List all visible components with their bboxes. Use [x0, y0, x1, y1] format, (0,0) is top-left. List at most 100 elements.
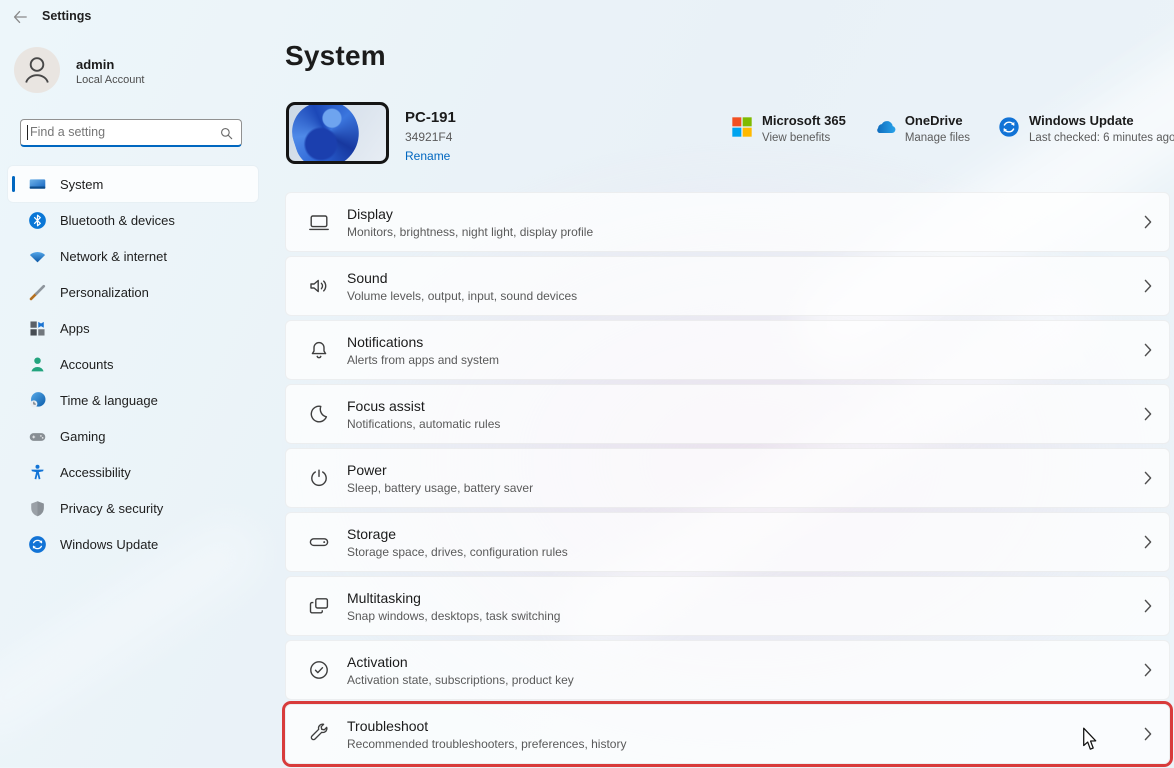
- network-icon: [28, 247, 47, 266]
- microsoft-365-icon: [731, 116, 753, 138]
- settings-row-subtitle: Monitors, brightness, night light, displ…: [347, 225, 593, 239]
- troubleshoot-icon: [307, 722, 331, 746]
- settings-row-subtitle: Recommended troubleshooters, preferences…: [347, 737, 626, 751]
- sidebar-item-windows-update[interactable]: Windows Update: [8, 526, 258, 562]
- activation-icon: [307, 658, 331, 682]
- settings-row-power[interactable]: Power Sleep, battery usage, battery save…: [285, 448, 1170, 508]
- chevron-right-icon: [1144, 727, 1152, 741]
- bloom-wallpaper: [286, 102, 368, 164]
- sidebar-item-time-language[interactable]: Time & language: [8, 382, 258, 418]
- settings-row-subtitle: Notifications, automatic rules: [347, 417, 500, 431]
- sidebar-item-label: Privacy & security: [60, 501, 163, 516]
- settings-row-storage[interactable]: Storage Storage space, drives, configura…: [285, 512, 1170, 572]
- gaming-icon: [28, 427, 47, 446]
- settings-row-sound[interactable]: Sound Volume levels, output, input, soun…: [285, 256, 1170, 316]
- settings-row-title: Multitasking: [347, 590, 560, 606]
- sidebar-item-system[interactable]: System: [8, 166, 258, 202]
- settings-row-subtitle: Storage space, drives, configuration rul…: [347, 545, 568, 559]
- quick-link-subtitle: Manage files: [905, 132, 970, 144]
- display-icon: [307, 210, 331, 234]
- sidebar-item-accessibility[interactable]: Accessibility: [8, 454, 258, 490]
- settings-row-subtitle: Activation state, subscriptions, product…: [347, 673, 574, 687]
- bluetooth-icon: [28, 211, 47, 230]
- user-account-type: Local Account: [76, 74, 145, 86]
- settings-row-notifications[interactable]: Notifications Alerts from apps and syste…: [285, 320, 1170, 380]
- quick-link-subtitle: View benefits: [762, 132, 846, 144]
- sidebar-item-label: Bluetooth & devices: [60, 213, 175, 228]
- device-id: 34921F4: [405, 130, 452, 144]
- app-title: Settings: [42, 9, 91, 23]
- search-input[interactable]: [28, 121, 213, 143]
- settings-list: Display Monitors, brightness, night ligh…: [285, 192, 1170, 768]
- page-title: System: [285, 40, 386, 72]
- settings-row-title: Sound: [347, 270, 577, 286]
- focus-assist-icon: [307, 402, 331, 426]
- chevron-right-icon: [1144, 407, 1152, 421]
- settings-row-multitasking[interactable]: Multitasking Snap windows, desktops, tas…: [285, 576, 1170, 636]
- settings-row-subtitle: Alerts from apps and system: [347, 353, 499, 367]
- chevron-right-icon: [1144, 343, 1152, 357]
- onedrive-icon: [874, 116, 896, 138]
- avatar[interactable]: [14, 47, 60, 93]
- quick-link-windows-update[interactable]: Windows Update Last checked: 6 minutes a…: [998, 113, 1174, 144]
- sidebar-item-privacy-security[interactable]: Privacy & security: [8, 490, 258, 526]
- settings-row-display[interactable]: Display Monitors, brightness, night ligh…: [285, 192, 1170, 252]
- quick-link-microsoft-365[interactable]: Microsoft 365 View benefits: [731, 113, 846, 144]
- sidebar-item-bluetooth-devices[interactable]: Bluetooth & devices: [8, 202, 258, 238]
- back-button[interactable]: [11, 8, 29, 26]
- quick-link-subtitle: Last checked: 6 minutes ago: [1029, 132, 1174, 144]
- windows-update-icon: [998, 116, 1020, 138]
- settings-row-activation[interactable]: Activation Activation state, subscriptio…: [285, 640, 1170, 700]
- device-name: PC-191: [405, 109, 456, 126]
- rename-link[interactable]: Rename: [405, 149, 450, 163]
- chevron-right-icon: [1144, 215, 1152, 229]
- settings-row-subtitle: Volume levels, output, input, sound devi…: [347, 289, 577, 303]
- chevron-right-icon: [1144, 279, 1152, 293]
- sidebar-item-personalization[interactable]: Personalization: [8, 274, 258, 310]
- sidebar-item-accounts[interactable]: Accounts: [8, 346, 258, 382]
- search-icon: [220, 127, 233, 140]
- chevron-right-icon: [1144, 471, 1152, 485]
- sidebar-item-label: Network & internet: [60, 249, 167, 264]
- sidebar-item-gaming[interactable]: Gaming: [8, 418, 258, 454]
- back-arrow-icon: [11, 13, 29, 30]
- storage-icon: [307, 530, 331, 554]
- sidebar-item-network-internet[interactable]: Network & internet: [8, 238, 258, 274]
- sidebar-item-label: Personalization: [60, 285, 149, 300]
- quick-link-title: OneDrive: [905, 113, 970, 128]
- settings-row-subtitle: Snap windows, desktops, task switching: [347, 609, 560, 623]
- settings-row-focus-assist[interactable]: Focus assist Notifications, automatic ru…: [285, 384, 1170, 444]
- settings-row-troubleshoot[interactable]: Troubleshoot Recommended troubleshooters…: [285, 704, 1170, 764]
- quick-link-onedrive[interactable]: OneDrive Manage files: [874, 113, 970, 144]
- privacy-security-icon: [28, 499, 47, 518]
- time-language-icon: [28, 391, 47, 410]
- settings-row-title: Troubleshoot: [347, 718, 626, 734]
- personalization-icon: [28, 283, 47, 302]
- settings-row-title: Activation: [347, 654, 574, 670]
- quick-link-title: Microsoft 365: [762, 113, 846, 128]
- settings-row-title: Display: [347, 206, 593, 222]
- sidebar-item-label: System: [60, 177, 103, 192]
- system-icon: [28, 175, 47, 194]
- quick-link-title: Windows Update: [1029, 113, 1174, 128]
- multitasking-icon: [307, 594, 331, 618]
- sidebar-item-label: Accessibility: [60, 465, 131, 480]
- sidebar-item-label: Accounts: [60, 357, 113, 372]
- settings-row-subtitle: Sleep, battery usage, battery saver: [347, 481, 533, 495]
- settings-row-title: Notifications: [347, 334, 499, 350]
- settings-row-title: Power: [347, 462, 533, 478]
- accessibility-icon: [28, 463, 47, 482]
- sidebar-item-label: Gaming: [60, 429, 106, 444]
- quick-links: Microsoft 365 View benefits OneDrive Man…: [731, 113, 1174, 144]
- sidebar-item-label: Apps: [60, 321, 90, 336]
- settings-row-title: Focus assist: [347, 398, 500, 414]
- search-box[interactable]: [20, 119, 242, 147]
- power-icon: [307, 466, 331, 490]
- user-name: admin: [76, 57, 114, 72]
- chevron-right-icon: [1144, 535, 1152, 549]
- notifications-icon: [307, 338, 331, 362]
- apps-icon: [28, 319, 47, 338]
- sidebar-item-label: Windows Update: [60, 537, 158, 552]
- sidebar-item-apps[interactable]: Apps: [8, 310, 258, 346]
- chevron-right-icon: [1144, 599, 1152, 613]
